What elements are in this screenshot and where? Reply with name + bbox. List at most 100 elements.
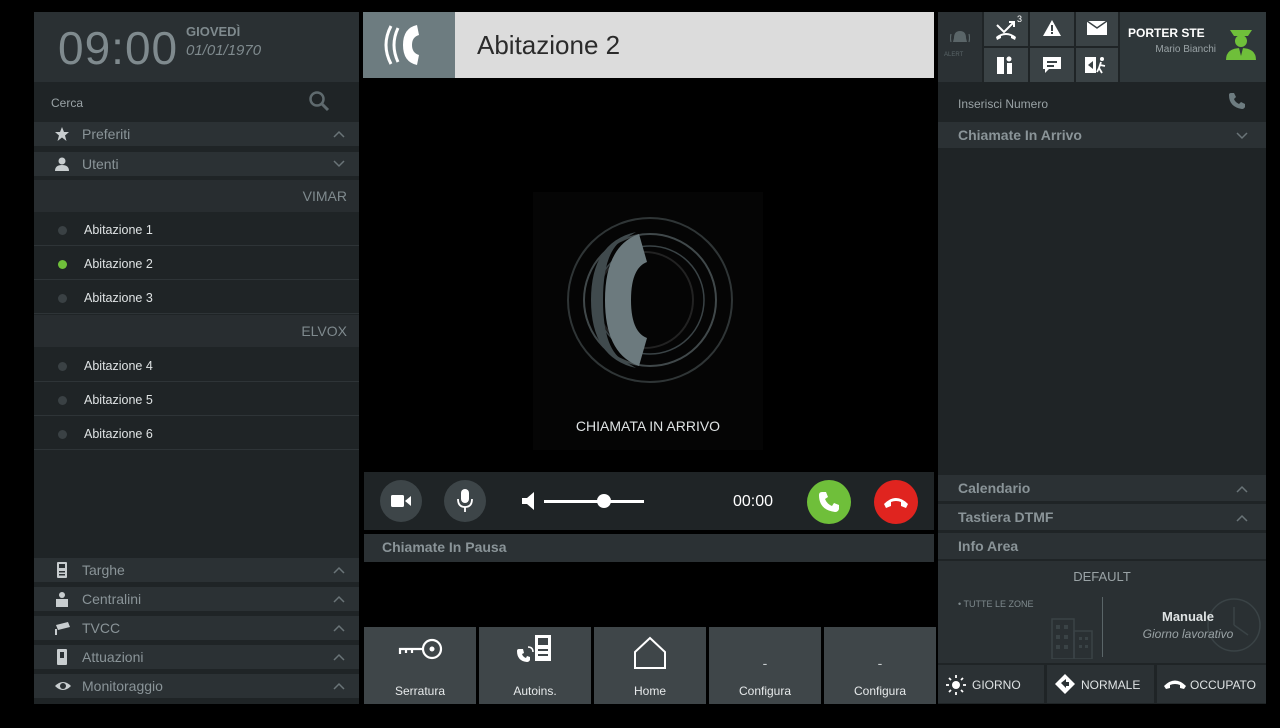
group-header: ELVOX [34,315,359,347]
video-button[interactable] [380,480,422,522]
list-item[interactable]: Abitazione 1 [34,212,359,246]
volume-knob[interactable] [597,494,611,508]
clock-icon [1207,598,1261,652]
zones-label: • TUTTE LE ZONE [958,599,1034,609]
section-dtmf[interactable]: Tastiera DTMF [938,504,1266,530]
volume-slider[interactable] [544,492,648,510]
answer-button[interactable] [807,480,851,524]
microphone-icon [457,489,473,512]
item-label: Abitazione 6 [84,427,153,441]
item-label: Abitazione 3 [84,291,153,305]
section-incoming-calls[interactable]: Chiamate In Arrivo [938,122,1266,148]
list-item[interactable]: Abitazione 3 [34,280,359,314]
door-status-button[interactable] [984,48,1028,82]
button-label: Configura [853,684,907,698]
group-header: VIMAR [34,180,359,212]
missed-calls-button[interactable]: 3 [984,12,1028,46]
exit-icon [1085,57,1106,74]
day-type-label: Giorno lavorativo [1142,627,1234,641]
clock-box: 09:00 GIOVEDÌ 01/01/1970 [34,12,359,82]
status-dot [58,260,67,269]
call-status: CHIAMATA IN ARRIVO [575,418,721,434]
section-label: Calendario [958,480,1031,496]
call-header-icon-box [363,12,455,78]
phone-icon [819,492,839,512]
chevron-up-icon [333,682,345,690]
configure-button-1[interactable]: - Configura [709,627,821,704]
busy-mode-button[interactable]: OCCUPATO [1157,665,1266,703]
incoming-call-graphic [533,192,763,450]
list-item[interactable]: Abitazione 2 [34,246,359,280]
section-attuazioni[interactable]: Attuazioni [34,645,359,669]
section-utenti[interactable]: Utenti [34,152,359,176]
left-panel: 09:00 GIOVEDÌ 01/01/1970 Cerca Preferiti… [34,12,359,704]
section-preferiti[interactable]: Preferiti [34,122,359,146]
chevron-up-icon [333,595,345,603]
eye-icon [55,682,71,690]
building-icon [1051,618,1093,659]
list-item[interactable]: Abitazione 6 [34,416,359,450]
section-label: Centralini [82,591,142,607]
missed-count-badge: 3 [1017,14,1023,24]
chevron-down-icon [1236,132,1248,140]
chevron-up-icon [1236,485,1248,493]
configure-button-2[interactable]: - Configura [824,627,936,704]
incoming-call-icon [567,217,733,383]
section-label: Tastiera DTMF [958,509,1054,525]
mode-label: OCCUPATO [1190,678,1257,692]
autoinsertion-icon [517,635,551,662]
porter-user: Mario Bianchi [1155,44,1216,55]
star-icon [55,127,69,141]
exit-button[interactable] [1076,48,1118,82]
status-dot [58,294,67,303]
chat-button[interactable] [1030,48,1074,82]
info-title: DEFAULT [1073,569,1131,584]
mode-label: NORMALE [1081,678,1141,692]
messages-button[interactable] [1076,12,1118,46]
status-dot [58,362,67,371]
status-dot [58,396,67,405]
status-dot [58,226,67,235]
phone-dial-icon[interactable] [1228,92,1246,110]
chevron-up-icon [333,653,345,661]
paused-calls-header[interactable]: Chiamate In Pausa [364,534,934,562]
ringing-phone-icon [384,25,419,65]
section-calendar[interactable]: Calendario [938,475,1266,501]
microphone-button[interactable] [444,480,486,522]
alert-button[interactable]: ALERT [938,12,982,82]
section-label: Preferiti [82,126,131,142]
list-item[interactable]: Abitazione 4 [34,348,359,382]
section-info-area[interactable]: Info Area [938,533,1266,559]
search-input[interactable]: Cerca [34,82,359,122]
porter-name: PORTER STE [1128,26,1205,40]
section-centralini[interactable]: Centralini [34,587,359,611]
button-label: Autoins. [513,684,557,698]
right-panel: ALERT 3 PORTER STE Mario Bianchi Inseris… [938,12,1266,704]
section-targhe[interactable]: Targhe [34,558,359,582]
section-monitoraggio[interactable]: Monitoraggio [34,674,359,698]
search-icon[interactable] [308,90,330,112]
info-area-panel: DEFAULT • TUTTE LE ZONE Manuale Giorno l… [938,561,1266,663]
chat-icon [1043,57,1061,73]
autoinsertion-button[interactable]: Autoins. [479,627,591,704]
button-label: Home [633,684,666,698]
reject-button[interactable] [874,480,918,524]
switchboard-icon [56,592,68,607]
door-panel-icon [57,562,67,578]
number-input[interactable]: Inserisci Numero [938,82,1266,122]
mail-icon [1087,21,1107,35]
section-tvcc[interactable]: TVCC [34,616,359,640]
call-title: Abitazione 2 [455,12,934,78]
home-button[interactable]: Home [594,627,706,704]
divider [1102,597,1103,657]
alarm-button[interactable] [1030,12,1074,46]
normal-mode-button[interactable]: NORMALE [1047,665,1154,703]
lock-button[interactable]: Serratura [364,627,476,704]
direction-sign-icon [1055,674,1075,694]
guard-avatar-icon [1226,30,1256,60]
chevron-up-icon [333,566,345,574]
search-label: Cerca [51,96,84,110]
porter-info[interactable]: PORTER STE Mario Bianchi [1120,12,1266,82]
day-mode-button[interactable]: GIORNO [938,665,1044,703]
list-item[interactable]: Abitazione 5 [34,382,359,416]
